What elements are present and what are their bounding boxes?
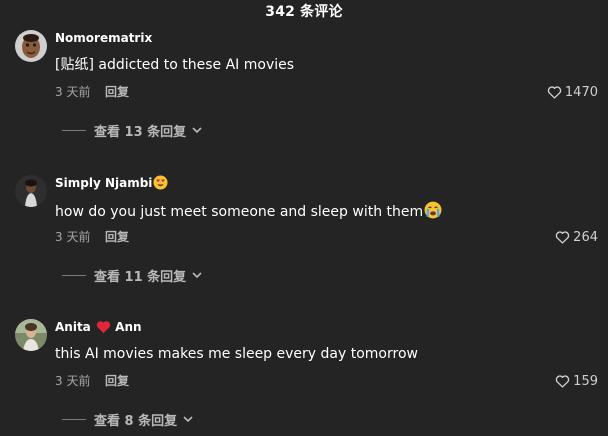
view-replies-button[interactable]: 查看 13 条回复 (62, 120, 202, 140)
view-replies-label: 查看 11 条回复 (94, 269, 187, 285)
like-count: 159 (573, 373, 598, 389)
heart-outline-icon (547, 85, 562, 99)
comments-panel: 342 条评论 Nomorematrix [贴纸] addicted to th… (0, 0, 608, 436)
heart-eyes-emoji (153, 175, 168, 194)
comment-text: this AI movies makes me sleep every day … (55, 346, 418, 362)
comment-timestamp: 3 天前 (55, 230, 91, 244)
comment-timestamp: 3 天前 (55, 374, 91, 388)
reply-button[interactable]: 回复 (105, 229, 129, 245)
comments-count-title: 342 条评论 (265, 4, 343, 20)
heart-outline-icon (555, 374, 570, 388)
reply-button[interactable]: 回复 (105, 373, 129, 389)
like-button[interactable]: 1470 (547, 82, 598, 102)
view-replies-button[interactable]: 查看 11 条回复 (62, 265, 202, 285)
view-replies-label: 查看 8 条回复 (94, 413, 178, 429)
reply-button[interactable]: 回复 (105, 84, 129, 100)
chevron-down-icon (177, 412, 193, 427)
avatar[interactable] (15, 175, 47, 207)
avatar[interactable] (15, 319, 47, 351)
chevron-down-icon (186, 268, 202, 283)
view-replies-button[interactable]: 查看 8 条回复 (62, 409, 193, 429)
like-count: 1470 (564, 84, 598, 100)
chevron-down-icon (186, 123, 202, 138)
view-replies-label: 查看 13 条回复 (94, 124, 187, 140)
divider-line (62, 418, 86, 420)
comment-text: [贴纸] addicted to these AI movies (55, 57, 295, 73)
like-count: 264 (573, 229, 598, 245)
comment-username[interactable]: Nomorematrix (55, 30, 152, 46)
comment-username[interactable]: Anita Ann (55, 319, 142, 338)
comment-timestamp: 3 天前 (55, 85, 91, 99)
crying-emoji (424, 201, 442, 224)
like-button[interactable]: 264 (555, 227, 598, 247)
red-heart-emoji (96, 320, 111, 338)
heart-outline-icon (555, 230, 570, 244)
divider-line (62, 129, 86, 131)
divider-line (62, 274, 86, 276)
like-button[interactable]: 159 (555, 371, 598, 391)
comment-text: how do you just meet someone and sleep w… (55, 201, 442, 224)
comment-username[interactable]: Simply Njambi (55, 175, 168, 194)
avatar[interactable] (15, 30, 47, 62)
